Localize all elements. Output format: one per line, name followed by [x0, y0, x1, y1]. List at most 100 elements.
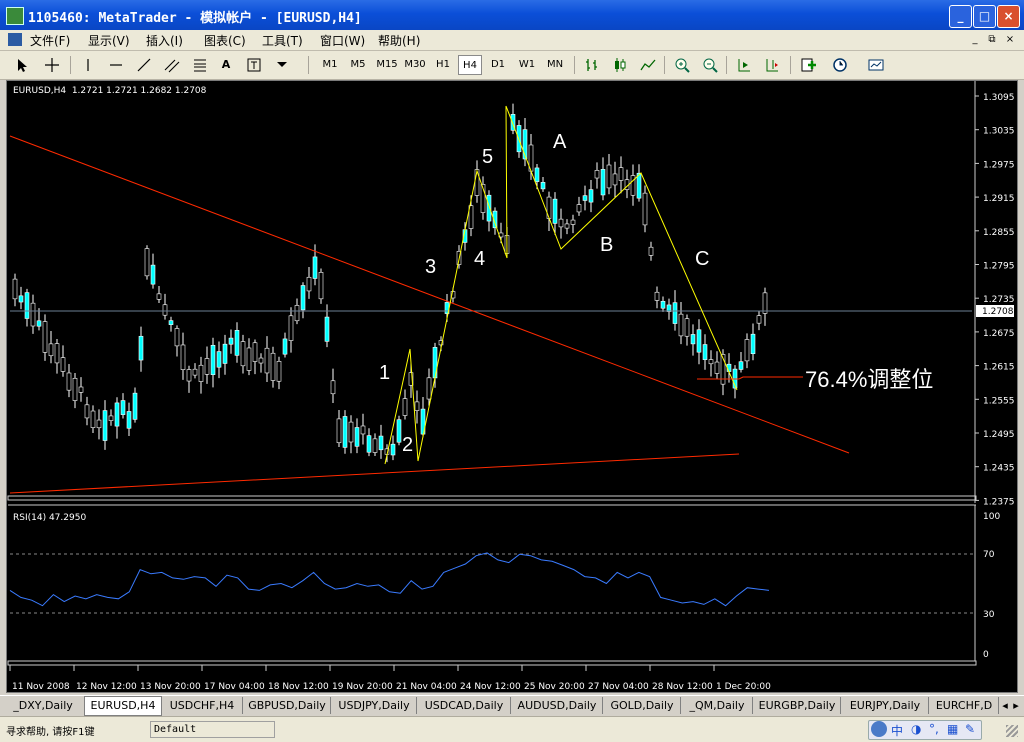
channel-icon[interactable] — [164, 57, 180, 73]
text-tool-button[interactable]: A — [218, 55, 234, 75]
candle-body — [168, 320, 174, 325]
line-chart-icon[interactable] — [640, 57, 656, 73]
wave-label-c: C — [695, 248, 709, 270]
candle-body — [96, 419, 102, 429]
toolbar-separator — [70, 56, 71, 74]
retracement-level-line[interactable] — [697, 376, 803, 380]
ime-punct-icon[interactable]: °, — [929, 722, 939, 736]
candlestick-series — [12, 103, 768, 463]
tab-scroll-left-icon[interactable]: ◂ — [1000, 697, 1010, 714]
tab-audusd[interactable]: AUDUSD,Daily — [512, 697, 603, 714]
timeframe-mn[interactable]: MN — [542, 55, 568, 75]
tab-usdjpy[interactable]: USDJPY,Daily — [332, 697, 417, 714]
tab-gold[interactable]: GOLD,Daily — [604, 697, 681, 714]
ascending-trendline[interactable] — [9, 453, 740, 494]
candle-body — [330, 380, 336, 395]
candle-body — [762, 292, 768, 314]
candle-body — [144, 248, 150, 277]
timeframe-d1[interactable]: D1 — [486, 55, 510, 75]
tab-usdcad[interactable]: USDCAD,Daily — [418, 697, 511, 714]
tab-eurjpy[interactable]: EURJPY,Daily — [842, 697, 929, 714]
candle-body — [222, 343, 228, 364]
toolbar-separator — [726, 56, 727, 74]
tab-scroll-right-icon[interactable]: ▸ — [1011, 697, 1021, 714]
bar-chart-icon[interactable] — [584, 57, 600, 73]
menu-help[interactable]: 帮助(H) — [378, 32, 420, 49]
menu-window[interactable]: 窗口(W) — [320, 32, 365, 49]
minimize-button[interactable]: _ — [949, 5, 972, 28]
chart-window[interactable]: 1 2 3 4 5 A B C 76.4%调整位 EURUSD,H4 1.272… — [6, 80, 1018, 693]
horizontal-line-icon[interactable] — [108, 57, 124, 73]
label-icon[interactable] — [246, 57, 262, 73]
timeframe-m1[interactable]: M1 — [318, 55, 342, 75]
candle-body — [540, 182, 546, 190]
ime-width-icon[interactable]: ◑ — [911, 722, 921, 736]
zoom-in-icon[interactable] — [674, 57, 690, 73]
indicators-icon[interactable] — [800, 57, 816, 73]
ime-mode-chinese[interactable]: 中 — [891, 722, 903, 739]
timeframe-h4[interactable]: H4 — [458, 55, 482, 75]
tab-eurusd[interactable]: EURUSD,H4 — [84, 696, 162, 716]
tab-dxy[interactable]: _DXY,Daily — [2, 697, 85, 714]
profile-box[interactable]: Default — [150, 721, 275, 738]
crosshair-icon[interactable] — [44, 57, 60, 73]
indicator-separator[interactable] — [7, 495, 977, 501]
timeframe-m15[interactable]: M15 — [374, 55, 400, 75]
candle-body — [744, 339, 750, 362]
tab-eurchf[interactable]: EURCHF,D — [930, 697, 999, 714]
chart-shift-icon[interactable] — [764, 57, 780, 73]
arrows-icon[interactable] — [274, 57, 290, 73]
timeframe-m5[interactable]: M5 — [346, 55, 370, 75]
candle-body — [78, 386, 84, 393]
elliott-wave-lines[interactable] — [384, 105, 738, 465]
time-tick-label: 11 Nov 2008 — [12, 682, 70, 692]
candle-body — [36, 320, 42, 327]
menu-insert[interactable]: 插入(I) — [146, 32, 183, 49]
ime-logo-icon[interactable] — [871, 721, 887, 737]
close-button[interactable]: × — [997, 5, 1020, 28]
candlestick-chart-icon[interactable] — [612, 57, 628, 73]
tab-usdchf[interactable]: USDCHF,H4 — [162, 697, 243, 714]
templates-icon[interactable] — [868, 57, 884, 73]
candle-body — [570, 219, 576, 225]
mdi-close-button[interactable]: × — [1003, 33, 1017, 46]
wave-label-3: 3 — [425, 256, 436, 278]
tab-qm[interactable]: _QM,Daily — [682, 697, 753, 714]
cursor-icon[interactable] — [14, 57, 30, 73]
metatrader-logo-icon — [6, 7, 24, 25]
timeframe-w1[interactable]: W1 — [514, 55, 540, 75]
candle-body — [246, 347, 252, 371]
menu-charts[interactable]: 图表(C) — [204, 32, 246, 49]
vertical-line-icon[interactable] — [80, 57, 96, 73]
periods-clock-icon[interactable] — [832, 57, 848, 73]
candle-body — [18, 295, 24, 303]
chart-window-icon[interactable] — [8, 33, 22, 46]
candle-body — [708, 359, 714, 365]
auto-scroll-icon[interactable] — [736, 57, 752, 73]
resize-grip-icon[interactable] — [1006, 725, 1018, 737]
ime-tools-icon[interactable]: ✎ — [965, 722, 975, 736]
maximize-button[interactable]: □ — [973, 5, 996, 28]
menu-view[interactable]: 显示(V) — [88, 32, 130, 49]
tab-eurgbp[interactable]: EURGBP,Daily — [754, 697, 841, 714]
time-tick-label: 13 Nov 20:00 — [140, 682, 201, 692]
mdi-minimize-button[interactable]: _ — [968, 33, 982, 46]
ime-keyboard-icon[interactable]: ▦ — [947, 722, 958, 736]
ime-toolbar[interactable]: 中 ◑ °, ▦ ✎ — [868, 720, 982, 740]
fibonacci-icon[interactable] — [192, 57, 208, 73]
price-chart[interactable]: 1 2 3 4 5 A B C 76.4%调整位 EURUSD,H4 1.272… — [7, 81, 1017, 692]
rsi-axis-70: 70 — [983, 550, 995, 560]
mdi-restore-button[interactable]: ⧉ — [985, 33, 999, 46]
time-tick-label: 27 Nov 04:00 — [588, 682, 649, 692]
zoom-out-icon[interactable] — [702, 57, 718, 73]
menu-file[interactable]: 文件(F) — [30, 32, 70, 49]
candle-body — [714, 361, 720, 374]
timeframe-h1[interactable]: H1 — [432, 55, 454, 75]
menu-tools[interactable]: 工具(T) — [262, 32, 303, 49]
candle-body — [588, 189, 594, 203]
timeframe-m30[interactable]: M30 — [402, 55, 428, 75]
trendline-icon[interactable] — [136, 57, 152, 73]
candle-body — [378, 435, 384, 451]
candle-body — [198, 364, 204, 382]
tab-gbpusd[interactable]: GBPUSD,Daily — [244, 697, 331, 714]
